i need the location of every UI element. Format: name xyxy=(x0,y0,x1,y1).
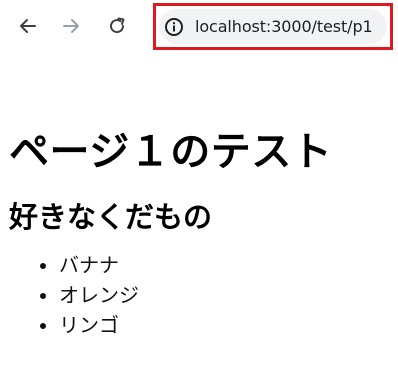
reload-button[interactable] xyxy=(101,10,133,42)
list-item: バナナ xyxy=(59,250,389,280)
forward-arrow-icon xyxy=(60,15,82,37)
info-icon[interactable] xyxy=(163,16,185,38)
section-heading: 好きなくだもの xyxy=(9,200,213,234)
url-highlight-box: localhost:3000/test/p1 xyxy=(153,3,393,50)
list-item: リンゴ xyxy=(59,310,389,340)
page-content: ページ１のテスト 好きなくだもの バナナ オレンジ リンゴ xyxy=(9,126,389,340)
page-title: ページ１のテスト xyxy=(9,129,333,175)
browser-toolbar: localhost:3000/test/p1 xyxy=(0,0,398,56)
url-text[interactable]: localhost:3000/test/p1 xyxy=(195,17,373,36)
fruit-list: バナナ オレンジ リンゴ xyxy=(9,250,389,340)
forward-button[interactable] xyxy=(55,10,87,42)
back-arrow-icon xyxy=(17,15,39,37)
reload-icon xyxy=(106,15,128,37)
back-button[interactable] xyxy=(12,10,44,42)
list-item: オレンジ xyxy=(59,280,389,310)
address-bar[interactable]: localhost:3000/test/p1 xyxy=(159,9,387,44)
